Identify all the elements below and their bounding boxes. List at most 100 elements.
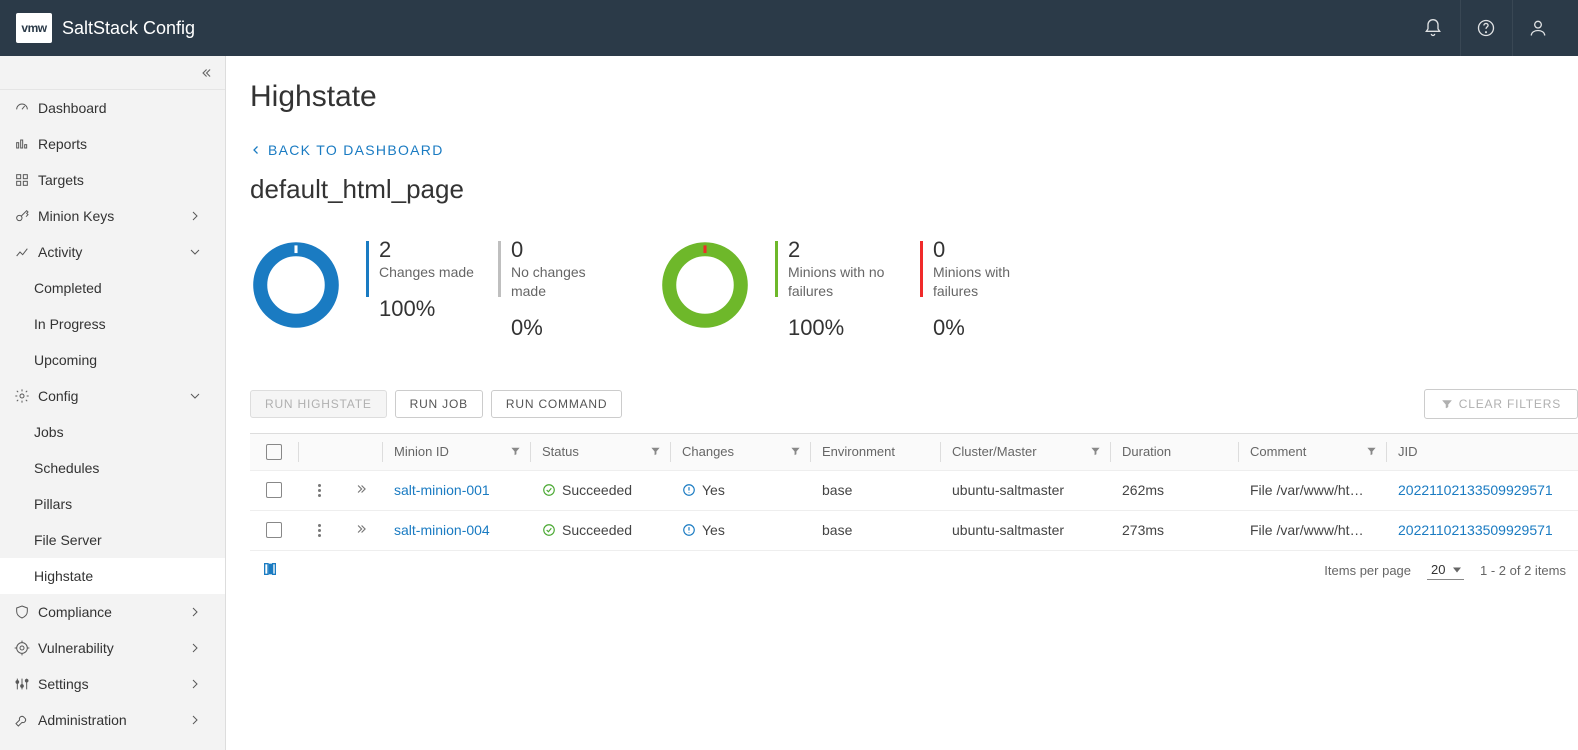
changes-made-pct: 100% (379, 296, 474, 322)
sidebar: Dashboard Reports Targets Minion Keys Activi… (0, 56, 226, 750)
cluster-cell: ubuntu-saltmaster (940, 511, 1110, 550)
row-actions-menu[interactable] (318, 484, 321, 497)
jid-link[interactable]: 20221102133509929571 (1398, 482, 1553, 498)
user-icon[interactable] (1512, 0, 1562, 56)
items-per-page-select[interactable]: 20 (1427, 560, 1464, 580)
jid-link[interactable]: 20221102133509929571 (1398, 522, 1553, 538)
expand-row-icon[interactable] (354, 522, 368, 539)
sidebar-item-administration[interactable]: Administration (0, 702, 225, 738)
cluster-cell: ubuntu-saltmaster (940, 471, 1110, 510)
changes-made-count: 2 (379, 239, 474, 261)
col-status[interactable]: Status (530, 434, 670, 470)
row-checkbox[interactable] (266, 482, 282, 498)
pagination-range: 1 - 2 of 2 items (1480, 563, 1566, 578)
vmware-logo: vmw (16, 13, 52, 43)
row-checkbox[interactable] (266, 522, 282, 538)
col-minion-id[interactable]: Minion ID (382, 434, 530, 470)
stat-bar (920, 241, 923, 297)
duration-cell: 273ms (1110, 511, 1238, 550)
chevron-right-icon (187, 604, 203, 620)
no-failures-label: Minions with no failures (788, 263, 896, 301)
sidebar-item-reports[interactable]: Reports (0, 126, 225, 162)
sidebar-item-label: Reports (38, 136, 87, 152)
sidebar-subitem-in-progress[interactable]: In Progress (0, 306, 225, 342)
filter-icon[interactable] (1366, 444, 1377, 459)
chevron-right-icon (187, 712, 203, 728)
comment-cell: File /var/www/html... (1238, 471, 1386, 510)
notifications-icon[interactable] (1408, 0, 1458, 56)
run-command-button[interactable]: RUN COMMAND (491, 390, 622, 418)
col-duration[interactable]: Duration (1110, 434, 1238, 470)
sidebar-subitem-completed[interactable]: Completed (0, 270, 225, 306)
changes-donut-chart (250, 239, 342, 331)
back-to-dashboard-link[interactable]: BACK TO DASHBOARD (250, 142, 444, 158)
sidebar-item-label: Vulnerability (38, 640, 114, 656)
sidebar-item-activity[interactable]: Activity (0, 234, 225, 270)
no-failures-count: 2 (788, 239, 896, 261)
summary-stats: 2 Changes made 100% 0 No changes made 0% (250, 229, 1578, 341)
sidebar-item-label: Administration (38, 712, 127, 728)
chevron-down-icon (187, 244, 203, 260)
sidebar-subitem-upcoming[interactable]: Upcoming (0, 342, 225, 378)
duration-cell: 262ms (1110, 471, 1238, 510)
col-jid[interactable]: JID (1386, 434, 1578, 470)
stat-bar (775, 241, 778, 297)
sidebar-subitem-file-server[interactable]: File Server (0, 522, 225, 558)
sidebar-item-label: Targets (38, 172, 84, 188)
main-content: Highstate BACK TO DASHBOARD default_html… (226, 56, 1578, 750)
sidebar-item-vulnerability[interactable]: Vulnerability (0, 630, 225, 666)
env-cell: base (810, 471, 940, 510)
minion-id-link[interactable]: salt-minion-001 (394, 482, 490, 498)
sidebar-item-targets[interactable]: Targets (0, 162, 225, 198)
sidebar-item-label: Settings (38, 676, 89, 692)
sidebar-item-label: Config (38, 388, 78, 404)
sidebar-item-config[interactable]: Config (0, 378, 225, 414)
select-all-checkbox[interactable] (266, 444, 282, 460)
comment-cell: File /var/www/html... (1238, 511, 1386, 550)
sidebar-subitem-highstate[interactable]: Highstate (0, 558, 225, 594)
col-changes[interactable]: Changes (670, 434, 810, 470)
run-job-button[interactable]: RUN JOB (395, 390, 483, 418)
sidebar-item-label: Compliance (38, 604, 112, 620)
run-highstate-button[interactable]: RUN HIGHSTATE (250, 390, 387, 418)
clear-filters-button[interactable]: CLEAR FILTERS (1424, 389, 1578, 419)
job-name: default_html_page (250, 174, 1578, 205)
col-comment[interactable]: Comment (1238, 434, 1386, 470)
clear-filters-label: CLEAR FILTERS (1459, 397, 1561, 411)
app-title: SaltStack Config (62, 18, 195, 39)
col-environment[interactable]: Environment (810, 434, 940, 470)
sidebar-item-minion-keys[interactable]: Minion Keys (0, 198, 225, 234)
minion-id-link[interactable]: salt-minion-004 (394, 522, 490, 538)
table-header-row: Minion ID Status Changes Environment Clu… (250, 434, 1578, 470)
minions-donut-chart (659, 239, 751, 331)
sidebar-item-label: Minion Keys (38, 208, 114, 224)
stat-bar (498, 241, 501, 297)
sidebar-item-label: Dashboard (38, 100, 107, 116)
chevron-down-icon (187, 388, 203, 404)
row-actions-menu[interactable] (318, 524, 321, 537)
col-cluster[interactable]: Cluster/Master (940, 434, 1110, 470)
sidebar-item-settings[interactable]: Settings (0, 666, 225, 702)
app-header: vmw SaltStack Config (0, 0, 1578, 56)
sidebar-collapse-button[interactable] (0, 56, 225, 90)
table-footer: Items per page 20 1 - 2 of 2 items (250, 550, 1578, 590)
sidebar-item-compliance[interactable]: Compliance (0, 594, 225, 630)
sidebar-subitem-jobs[interactable]: Jobs (0, 414, 225, 450)
column-picker-icon[interactable] (262, 561, 278, 580)
expand-row-icon[interactable] (354, 482, 368, 499)
filter-icon[interactable] (1090, 444, 1101, 459)
chevron-right-icon (187, 640, 203, 656)
sidebar-subitem-pillars[interactable]: Pillars (0, 486, 225, 522)
sidebar-item-label: Activity (38, 244, 82, 260)
filter-icon[interactable] (650, 444, 661, 459)
filter-icon[interactable] (510, 444, 521, 459)
no-changes-pct: 0% (511, 315, 619, 341)
sidebar-item-dashboard[interactable]: Dashboard (0, 90, 225, 126)
items-per-page-label: Items per page (1324, 563, 1411, 578)
sidebar-subitem-schedules[interactable]: Schedules (0, 450, 225, 486)
status-cell: Succeeded (542, 482, 632, 498)
help-icon[interactable] (1460, 0, 1510, 56)
results-table: Minion ID Status Changes Environment Clu… (250, 433, 1578, 590)
no-changes-count: 0 (511, 239, 619, 261)
filter-icon[interactable] (790, 444, 801, 459)
